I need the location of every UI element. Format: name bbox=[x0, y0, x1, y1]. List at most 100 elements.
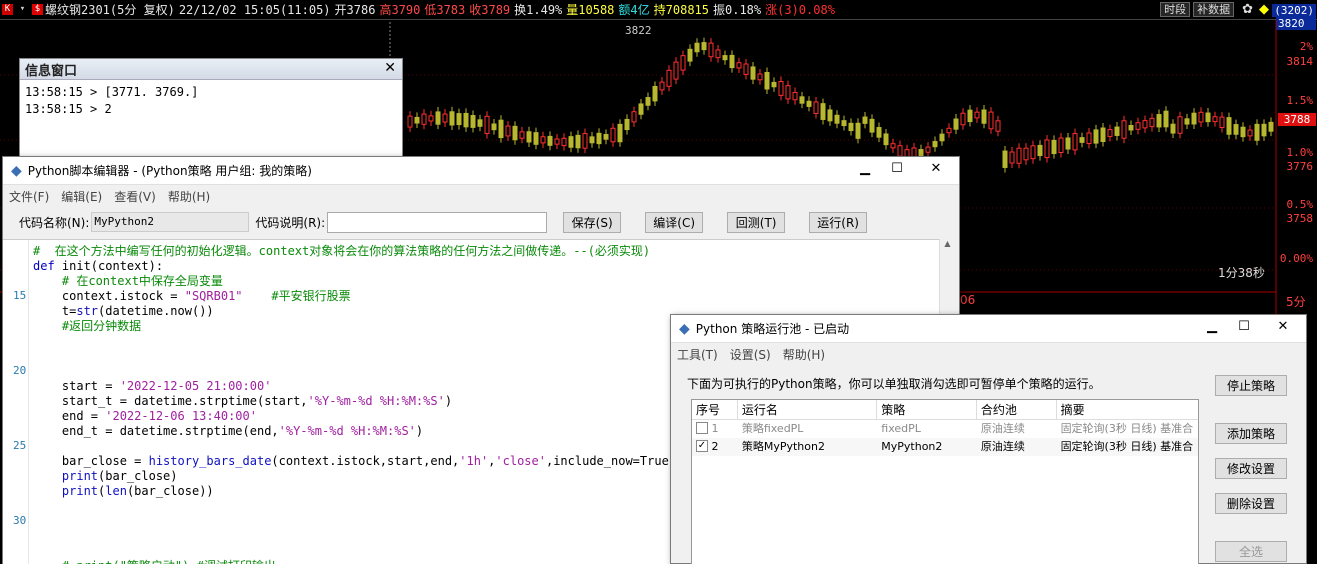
run-button[interactable]: 运行(R) bbox=[809, 211, 868, 233]
candle-body bbox=[715, 49, 721, 59]
line-gutter: 15 20 25 30 bbox=[3, 240, 29, 564]
time-period-button[interactable]: 时段 bbox=[1160, 2, 1191, 17]
candle-body bbox=[757, 73, 763, 81]
code-name-field[interactable]: MyPython2 bbox=[91, 212, 250, 232]
candle-body bbox=[428, 115, 434, 122]
candle-body bbox=[1107, 129, 1113, 137]
edit-settings-button[interactable]: 修改设置 bbox=[1215, 458, 1287, 479]
add-strategy-button[interactable]: 添加策略 bbox=[1215, 423, 1287, 444]
quote-turnover: 换1.49% bbox=[514, 3, 563, 17]
row-checkbox-checked[interactable]: ✓ bbox=[696, 440, 708, 452]
quote-volume: 量10588 bbox=[566, 3, 615, 17]
dropdown-icon[interactable]: ▾ bbox=[17, 4, 28, 15]
candle-body bbox=[589, 136, 595, 144]
table-row[interactable]: ✓ 2 策略MyPython2 MyPython2 原油连续 固定轮询(3秒 日… bbox=[692, 438, 1198, 456]
row-pool: 原油连续 bbox=[980, 422, 1025, 435]
candle-body bbox=[1065, 137, 1071, 150]
candle-body bbox=[519, 131, 525, 139]
fill-data-button[interactable]: 补数据 bbox=[1193, 2, 1235, 17]
candle-body bbox=[1037, 144, 1043, 157]
candle-body bbox=[750, 66, 756, 80]
editor-titlebar[interactable]: ◆ Python脚本编辑器 - (Python策略 用户组: 我的策略) ▁ ☐… bbox=[3, 157, 959, 185]
code-desc-field[interactable] bbox=[327, 211, 548, 233]
line-number: 20 bbox=[13, 364, 27, 377]
code-line: start = '2022-12-05 21:00:00' bbox=[33, 379, 272, 393]
row-strategy: fixedPL bbox=[881, 422, 921, 435]
menu-file[interactable]: 文件(F) bbox=[9, 188, 49, 205]
candle-body bbox=[1016, 147, 1022, 164]
close-icon[interactable]: ✕ bbox=[384, 60, 396, 76]
candle-body bbox=[1191, 112, 1197, 125]
maximize-icon[interactable]: ☐ bbox=[881, 157, 913, 179]
stop-strategy-button[interactable]: 停止策略 bbox=[1215, 375, 1287, 396]
gear-icon[interactable]: ✿ bbox=[1242, 2, 1253, 17]
candle-body bbox=[526, 131, 532, 143]
candle-body bbox=[792, 92, 798, 101]
row-checkbox[interactable] bbox=[696, 422, 708, 434]
pool-titlebar[interactable]: ◆ Python 策略运行池 - 已启动 ▁ ☐ ✕ bbox=[671, 315, 1306, 343]
candle-body bbox=[1051, 139, 1057, 155]
candle-body bbox=[820, 103, 826, 120]
info-diamond-icon[interactable]: ◆ bbox=[1259, 2, 1269, 17]
close-icon[interactable]: ✕ bbox=[1260, 315, 1306, 337]
close-icon[interactable]: ✕ bbox=[913, 157, 959, 179]
candle-body bbox=[834, 114, 840, 124]
candle-body bbox=[442, 113, 448, 123]
info-window-titlebar[interactable]: 信息窗口 ✕ bbox=[20, 59, 402, 80]
table-header: 序号 运行名 策略 合约池 摘要 bbox=[692, 400, 1198, 420]
editor-title: Python脚本编辑器 - (Python策略 用户组: 我的策略) bbox=[27, 164, 312, 178]
compile-button[interactable]: 编译(C) bbox=[645, 211, 704, 233]
backtest-button[interactable]: 回测(T) bbox=[727, 211, 786, 233]
candle-body bbox=[1149, 117, 1155, 128]
code-line: t=str(datetime.now()) bbox=[33, 304, 214, 318]
scroll-up-icon[interactable]: ▲ bbox=[940, 239, 955, 248]
switch-icon[interactable]: $ bbox=[32, 4, 43, 15]
candle-body bbox=[645, 97, 651, 106]
candle-body bbox=[505, 125, 511, 137]
col-index[interactable]: 序号 bbox=[692, 400, 738, 419]
candles bbox=[407, 37, 1274, 173]
menu-view[interactable]: 查看(V) bbox=[114, 188, 156, 205]
menu-help[interactable]: 帮助(H) bbox=[168, 188, 210, 205]
candle-body bbox=[743, 63, 749, 75]
table-row[interactable]: 1 策略fixedPL fixedPL 原油连续 固定轮询(3秒 日线) 基准合 bbox=[692, 420, 1198, 438]
menu-icon[interactable]: K bbox=[2, 4, 13, 15]
minimize-icon[interactable]: ▁ bbox=[849, 157, 881, 179]
minimize-icon[interactable]: ▁ bbox=[1196, 315, 1228, 337]
candle-body bbox=[687, 48, 693, 62]
quote-hold: 持708815 bbox=[653, 3, 709, 17]
candle-body bbox=[1121, 120, 1127, 139]
menu-help[interactable]: 帮助(H) bbox=[783, 346, 825, 363]
col-strategy[interactable]: 策略 bbox=[877, 400, 977, 419]
col-summary[interactable]: 摘要 bbox=[1057, 400, 1198, 419]
candle-body bbox=[736, 62, 742, 69]
candle-body bbox=[778, 81, 784, 96]
candle-body bbox=[799, 96, 805, 104]
candle-body bbox=[897, 145, 903, 157]
col-pool[interactable]: 合约池 bbox=[977, 400, 1057, 419]
candle-body bbox=[764, 71, 770, 90]
candle-body bbox=[1212, 116, 1218, 123]
candle-body bbox=[1114, 126, 1120, 136]
candle-body bbox=[1219, 116, 1225, 128]
strategy-pool-window: ◆ Python 策略运行池 - 已启动 ▁ ☐ ✕ 工具(T) 设置(S) 帮… bbox=[670, 314, 1307, 564]
axis-label-4: 1.0% bbox=[1286, 146, 1314, 159]
delete-settings-button[interactable]: 删除设置 bbox=[1215, 493, 1287, 514]
line-number: 25 bbox=[13, 439, 27, 452]
menu-settings[interactable]: 设置(S) bbox=[730, 346, 771, 363]
candle-body bbox=[1135, 122, 1141, 130]
maximize-icon[interactable]: ☐ bbox=[1228, 315, 1260, 337]
save-button[interactable]: 保存(S) bbox=[563, 211, 622, 233]
select-all-button[interactable]: 全选 bbox=[1215, 541, 1287, 562]
candle-body bbox=[988, 111, 994, 130]
row-summary: 固定轮询(3秒 日线) 基准合 bbox=[1060, 422, 1194, 435]
row-pool: 原油连续 bbox=[980, 440, 1025, 453]
code-line: # 在context中保存全局变量 bbox=[33, 274, 223, 288]
menu-tools[interactable]: 工具(T) bbox=[677, 346, 718, 363]
menu-edit[interactable]: 编辑(E) bbox=[61, 188, 102, 205]
col-run-name[interactable]: 运行名 bbox=[738, 400, 878, 419]
